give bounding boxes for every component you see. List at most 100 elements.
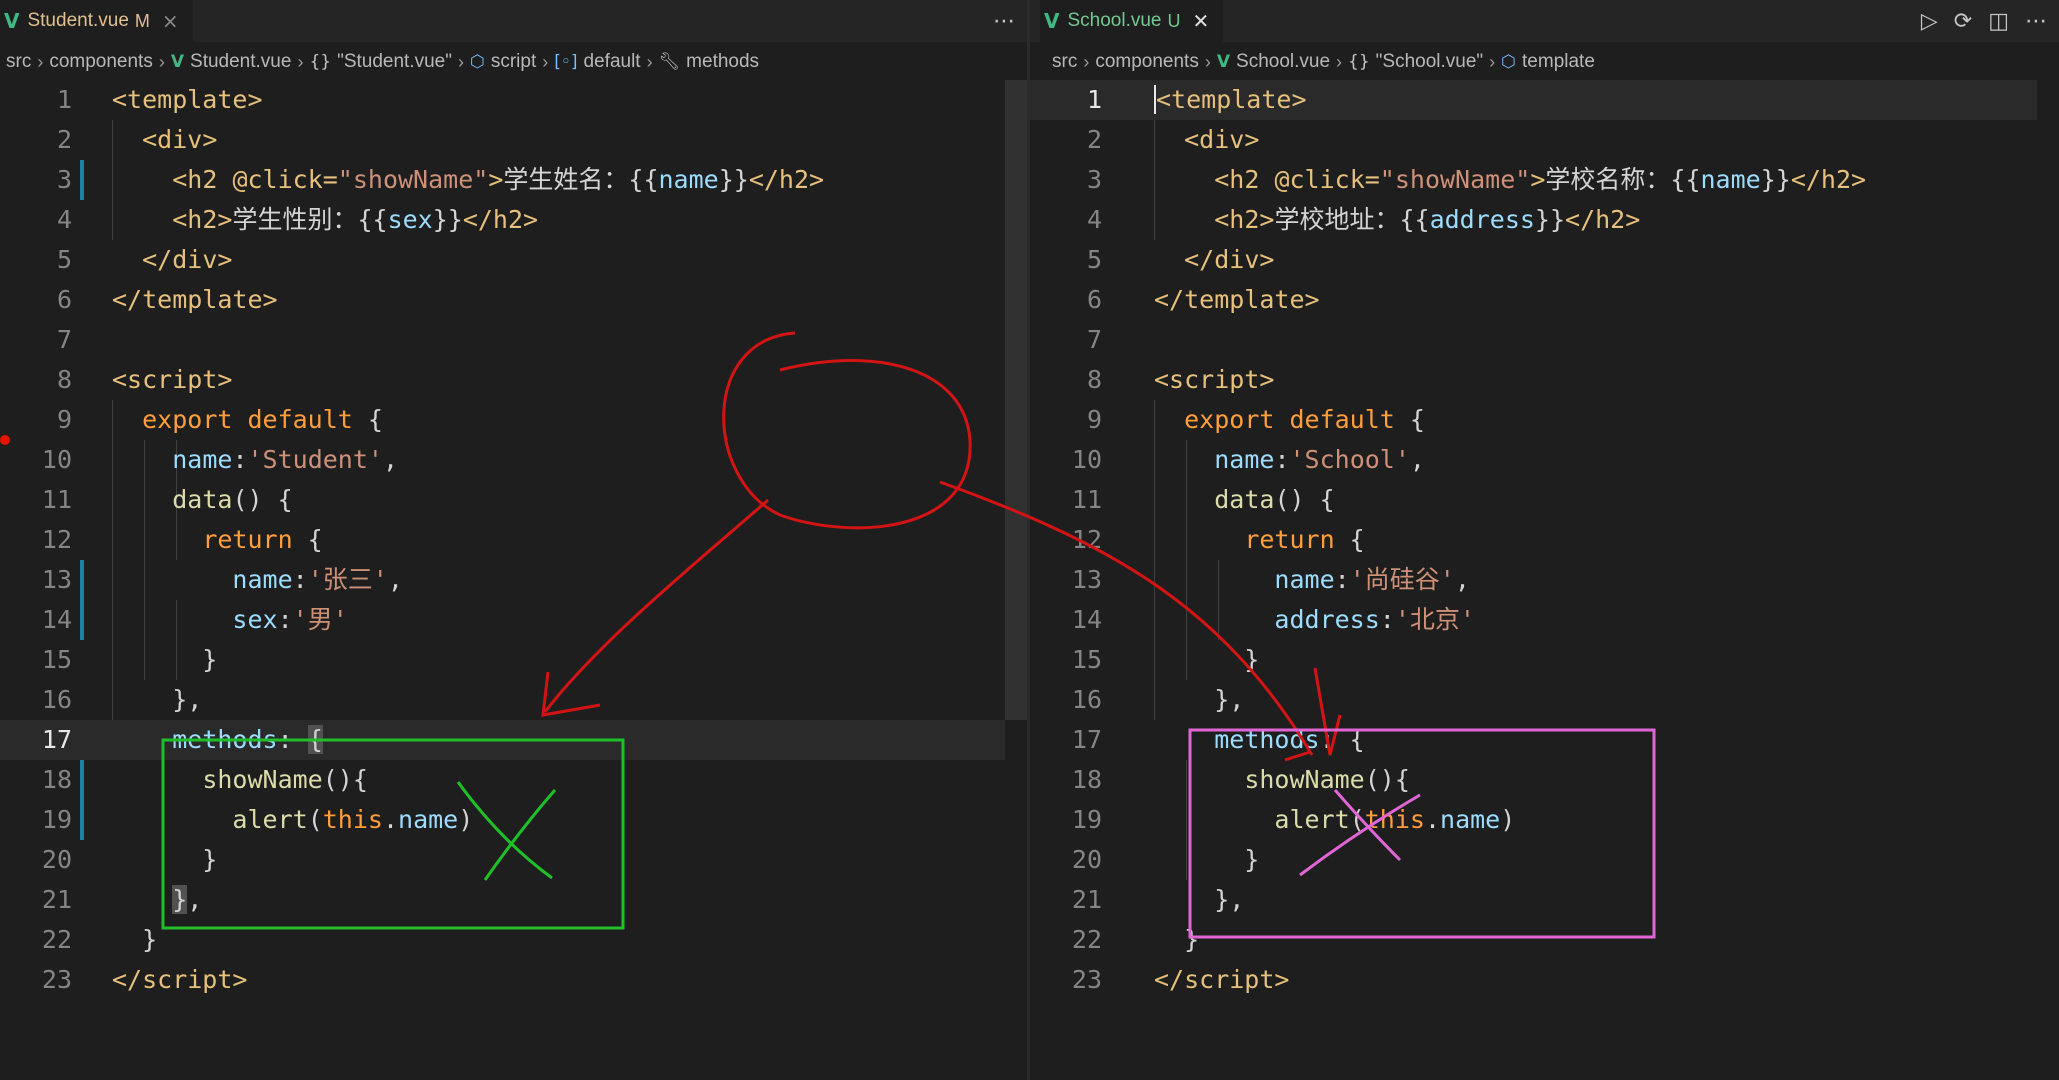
braces-icon: {} (309, 52, 332, 72)
code-line: 21 }, (0, 880, 1005, 920)
code-line: 23 </script> (0, 960, 1005, 1000)
chevron-right-icon: › (646, 51, 653, 72)
code-line: 9 export default { (1030, 400, 2037, 440)
more-actions-icon[interactable]: ⋯ (2025, 9, 2047, 34)
code-line: 8 <script> (0, 360, 1005, 400)
module-icon: ⬡ (1501, 52, 1517, 72)
line-number: 1 (56, 85, 72, 114)
breadcrumb-file[interactable]: Student.vue (190, 51, 291, 73)
right-tab-bar: V School.vue U ✕ ▷ ⟳ ◫ ⋯ (1030, 0, 2059, 42)
vue-file-icon: V (4, 9, 20, 33)
code-line: 14 address:'北京' (1030, 600, 2037, 640)
line-number: 16 (1071, 685, 1102, 714)
breadcrumb-methods[interactable]: methods (686, 51, 759, 73)
line-number: 5 (1086, 245, 1102, 274)
code-line: 9 export default { (0, 400, 1005, 440)
code-line: 6 </template> (1030, 280, 2037, 320)
breadcrumb-default[interactable]: default (584, 51, 641, 73)
breadcrumb-object[interactable]: "School.vue" (1376, 51, 1484, 73)
tab-student-vue[interactable]: V Student.vue M × (0, 0, 193, 42)
run-icon[interactable]: ▷ (1921, 9, 1938, 34)
variable-icon: [◦] (554, 52, 578, 72)
breadcrumb-src[interactable]: src (6, 51, 31, 73)
breadcrumb-src[interactable]: src (1052, 51, 1077, 73)
breadcrumb: src › components › V School.vue › {} "Sc… (1052, 46, 1595, 78)
close-icon[interactable]: × (162, 9, 179, 33)
breadcrumb-object[interactable]: "Student.vue" (337, 51, 452, 73)
line-number: 2 (56, 125, 72, 154)
line-number: 18 (41, 765, 72, 794)
line-number: 17 (41, 725, 72, 754)
vertical-scrollbar[interactable] (1005, 80, 1027, 720)
line-number: 7 (56, 325, 72, 354)
code-line: 2 <div> (1030, 120, 2037, 160)
breadcrumb-script[interactable]: script (491, 51, 536, 73)
close-icon[interactable]: ✕ (1193, 9, 1210, 33)
right-editor-actions: ▷ ⟳ ◫ ⋯ (1921, 0, 2047, 42)
code-line: 11 data() { (0, 480, 1005, 520)
line-number: 2 (1086, 125, 1102, 154)
breadcrumb-template[interactable]: template (1522, 51, 1595, 73)
code-line: 15 } (0, 640, 1005, 680)
line-number: 4 (1086, 205, 1102, 234)
code-line: 13 name:'尚硅谷', (1030, 560, 2037, 600)
tab-label: School.vue (1067, 10, 1162, 31)
code-line: 12 return { (0, 520, 1005, 560)
code-line: 5 </div> (0, 240, 1005, 280)
line-number: 17 (1071, 725, 1102, 754)
breadcrumb-file[interactable]: School.vue (1236, 51, 1330, 73)
line-number: 8 (1086, 365, 1102, 394)
line-number: 6 (1086, 285, 1102, 314)
more-actions-icon[interactable]: ⋯ (993, 9, 1015, 34)
code-line: 18 showName(){ (0, 760, 1005, 800)
line-number: 11 (1071, 485, 1102, 514)
code-line: 3 <h2 @click="showName">学生姓名：{{name}}</h… (0, 160, 1005, 200)
code-line: 20 } (1030, 840, 2037, 880)
code-line: 23 </script> (1030, 960, 2037, 1000)
code-line: 22 } (1030, 920, 2037, 960)
line-number: 15 (1071, 645, 1102, 674)
tab-label: Student.vue (27, 10, 129, 31)
line-number: 18 (1071, 765, 1102, 794)
code-editor[interactable]: 1 <template> 2 <div> 3 <h2 @click="showNa… (1030, 80, 2059, 1080)
code-line-current: 1 <template> (1030, 80, 2037, 120)
line-number: 12 (1071, 525, 1102, 554)
line-number: 7 (1086, 325, 1102, 354)
code-line: 7 (0, 320, 1005, 360)
right-editor-pane: V School.vue U ✕ ▷ ⟳ ◫ ⋯ src › component… (1030, 0, 2059, 1080)
code-editor[interactable]: 1 <template> 2 <div> 3 <h2 @click="showNa… (0, 80, 1027, 1080)
code-line: 8 <script> (1030, 360, 2037, 400)
code-line: 2 <div> (0, 120, 1005, 160)
vue-file-icon: V (1216, 52, 1231, 72)
code-line: 7 (1030, 320, 2037, 360)
line-number: 9 (56, 405, 72, 434)
line-number: 20 (1071, 845, 1102, 874)
breadcrumb-components[interactable]: components (1095, 51, 1199, 73)
untracked-badge: U (1167, 10, 1181, 31)
line-number: 8 (56, 365, 72, 394)
code-line: 12 return { (1030, 520, 2037, 560)
line-number: 3 (56, 165, 72, 194)
code-line: 4 <h2>学生性别：{{sex}}</h2> (0, 200, 1005, 240)
compare-changes-icon[interactable]: ⟳ (1954, 9, 1972, 34)
code-line: 15 } (1030, 640, 2037, 680)
code-line: 10 name:'Student', (0, 440, 1005, 480)
code-line: 16 }, (1030, 680, 2037, 720)
line-number: 14 (41, 605, 72, 634)
chevron-right-icon: › (542, 51, 549, 72)
line-number: 20 (41, 845, 72, 874)
code-line: 13 name:'张三', (0, 560, 1005, 600)
line-number: 6 (56, 285, 72, 314)
code-line: 4 <h2>学校地址：{{address}}</h2> (1030, 200, 2037, 240)
left-editor-actions: ⋯ (993, 0, 1015, 42)
code-line: 5 </div> (1030, 240, 2037, 280)
code-line: 3 <h2 @click="showName">学校名称：{{name}}</h… (1030, 160, 2037, 200)
split-editor-icon[interactable]: ◫ (1988, 9, 2009, 34)
breadcrumb-components[interactable]: components (49, 51, 153, 73)
line-number: 10 (41, 445, 72, 474)
line-number: 22 (1071, 925, 1102, 954)
line-number: 15 (41, 645, 72, 674)
tab-school-vue[interactable]: V School.vue U ✕ (1040, 0, 1224, 42)
line-number: 13 (1071, 565, 1102, 594)
line-number: 3 (1086, 165, 1102, 194)
